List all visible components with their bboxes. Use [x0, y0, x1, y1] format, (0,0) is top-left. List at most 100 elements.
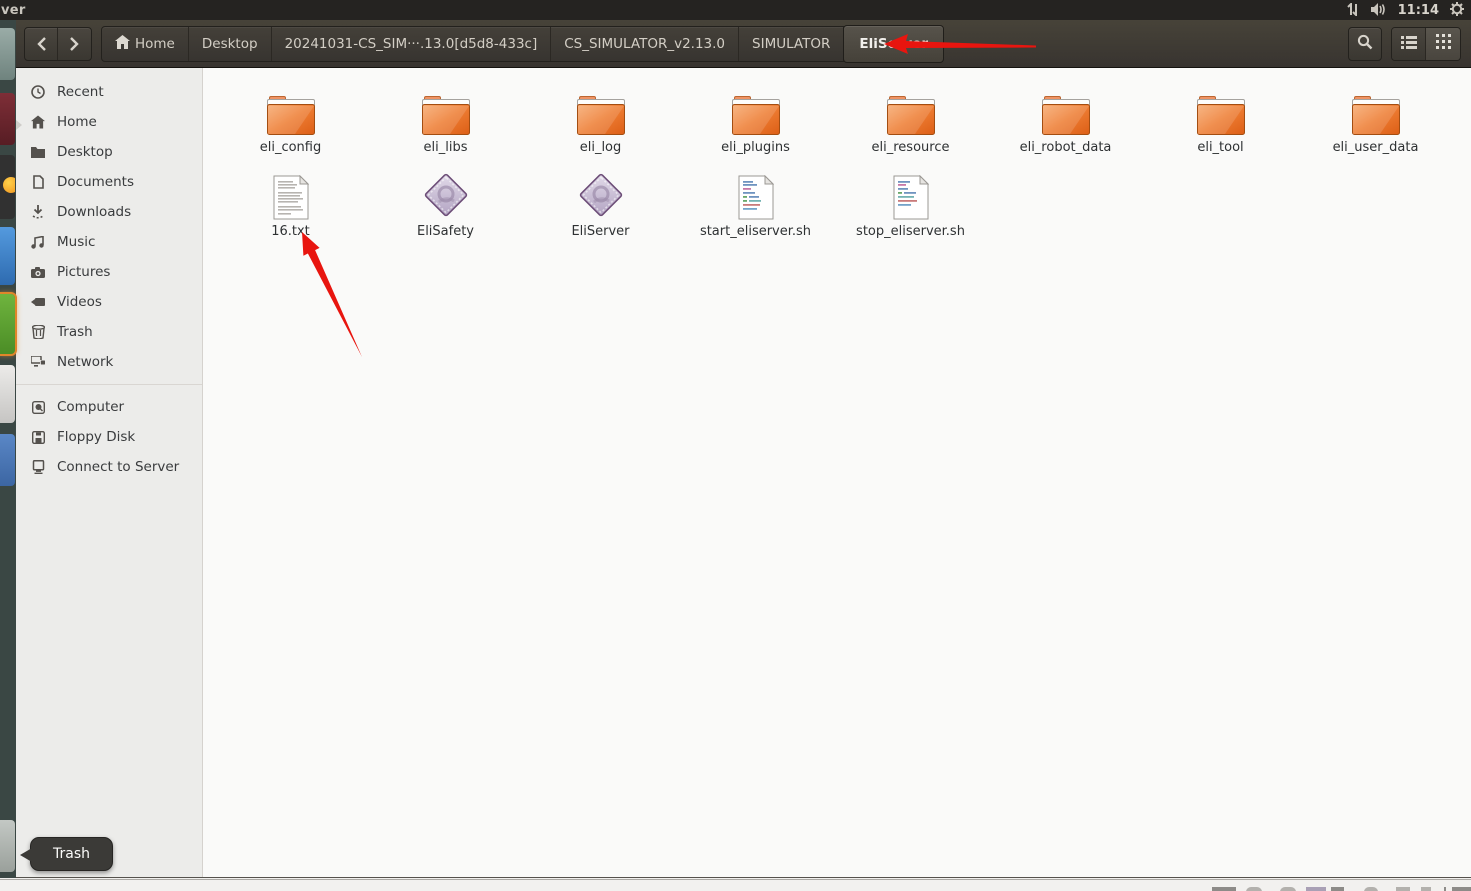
- folder-icon: [30, 146, 46, 158]
- folder-icon: [886, 84, 935, 136]
- dock-trash-tooltip: Trash: [20, 837, 113, 871]
- sidebar-item-trash[interactable]: Trash: [16, 317, 202, 347]
- trash-icon: [30, 325, 46, 339]
- sidebar-item-videos[interactable]: Videos: [16, 287, 202, 317]
- file-item-folder[interactable]: eli_robot_data: [988, 84, 1143, 168]
- dock-trash-icon[interactable]: [0, 820, 15, 872]
- breadcrumb-eliserver-active[interactable]: EliServer: [843, 24, 945, 63]
- sidebar: Recent Home Desktop Documents Downloads …: [16, 68, 203, 877]
- document-icon: [30, 175, 46, 189]
- executable-diamond-icon: [421, 168, 471, 220]
- sidebar-item-network[interactable]: Network: [16, 347, 202, 377]
- network-icon: [30, 356, 46, 368]
- video-camera-icon: [30, 297, 46, 307]
- sidebar-item-computer[interactable]: Computer: [16, 392, 202, 422]
- folder-icon: [266, 84, 315, 136]
- system-top-bar: ver 11:14: [0, 0, 1471, 20]
- dock-app-6-icon[interactable]: [0, 365, 15, 423]
- back-button[interactable]: [25, 27, 58, 60]
- clipped-divider: [1444, 887, 1446, 891]
- window-title-fragment: ver: [1, 2, 26, 18]
- dock-app-2-icon[interactable]: [0, 93, 15, 145]
- file-grid-view[interactable]: eli_config eli_libs eli_log eli_plugins …: [203, 68, 1471, 877]
- dock-app-4-icon[interactable]: [0, 227, 15, 285]
- folder-icon: [421, 84, 470, 136]
- file-item-executable[interactable]: EliSafety: [368, 168, 523, 252]
- dock-app-5-icon-active[interactable]: [0, 292, 17, 356]
- dock-app-1-icon[interactable]: [0, 28, 15, 80]
- clipped-icon: [1364, 887, 1378, 891]
- sidebar-item-pictures[interactable]: Pictures: [16, 257, 202, 287]
- home-icon: [30, 115, 46, 129]
- grid-view-icon: [1435, 34, 1451, 53]
- clipped-icon: [1396, 887, 1410, 891]
- sidebar-item-music[interactable]: Music: [16, 227, 202, 257]
- shell-script-icon: [738, 168, 774, 220]
- nav-buttons: [24, 26, 92, 61]
- sidebar-item-downloads[interactable]: Downloads: [16, 197, 202, 227]
- volume-icon[interactable]: [1370, 1, 1387, 20]
- file-item-text[interactable]: 16.txt: [213, 168, 368, 252]
- shell-script-icon: [893, 168, 929, 220]
- file-item-folder[interactable]: eli_log: [523, 84, 678, 168]
- bottom-clipped-window-strip: [0, 879, 1471, 891]
- search-icon: [1357, 34, 1373, 54]
- file-item-script[interactable]: start_eliserver.sh: [678, 168, 833, 252]
- file-manager-window: Recent Home Desktop Documents Downloads …: [16, 68, 1471, 878]
- sidebar-item-desktop[interactable]: Desktop: [16, 137, 202, 167]
- executable-diamond-icon: [576, 168, 626, 220]
- clock-icon: [30, 85, 46, 99]
- network-traffic-icon[interactable]: [1344, 1, 1359, 20]
- breadcrumb-home[interactable]: Home: [102, 26, 189, 61]
- breadcrumb-archive[interactable]: 20241031-CS_SIM···.13.0[d5d8-433c]: [272, 26, 552, 61]
- file-item-script[interactable]: stop_eliserver.sh: [833, 168, 988, 252]
- file-item-folder[interactable]: eli_user_data: [1298, 84, 1453, 168]
- server-icon: [30, 460, 46, 474]
- list-view-button[interactable]: [1392, 27, 1426, 60]
- folder-icon: [576, 84, 625, 136]
- clipped-icon: [1280, 887, 1296, 891]
- harddisk-icon: [30, 400, 46, 414]
- camera-icon: [30, 266, 46, 278]
- sidebar-item-connect-to-server[interactable]: Connect to Server: [16, 452, 202, 482]
- clipped-icon: [1212, 887, 1236, 891]
- floppy-icon: [30, 430, 46, 444]
- file-item-folder[interactable]: eli_resource: [833, 84, 988, 168]
- view-toggle: [1391, 26, 1461, 61]
- folder-icon: [1041, 84, 1090, 136]
- file-item-folder[interactable]: eli_tool: [1143, 84, 1298, 168]
- sidebar-item-recent[interactable]: Recent: [16, 77, 202, 107]
- forward-button[interactable]: [58, 28, 91, 60]
- sidebar-item-floppy[interactable]: Floppy Disk: [16, 422, 202, 452]
- folder-icon: [1196, 84, 1245, 136]
- folder-icon: [1351, 84, 1400, 136]
- breadcrumb-desktop[interactable]: Desktop: [189, 26, 272, 61]
- dock-strip: [0, 20, 17, 878]
- dock-app-7-icon[interactable]: [0, 434, 15, 486]
- dock-app-3-icon[interactable]: [0, 155, 15, 219]
- breadcrumb-cs-simulator[interactable]: CS_SIMULATOR_v2.13.0: [551, 26, 740, 61]
- breadcrumb: Home Desktop 20241031-CS_SIM···.13.0[d5d…: [101, 24, 945, 63]
- clipped-icon: [1331, 887, 1344, 891]
- clock[interactable]: 11:14: [1398, 3, 1439, 18]
- download-icon: [30, 205, 46, 219]
- clipped-icon: [1452, 887, 1471, 891]
- sidebar-item-home[interactable]: Home: [16, 107, 202, 137]
- breadcrumb-simulator[interactable]: SIMULATOR: [739, 26, 845, 61]
- list-view-icon: [1400, 34, 1417, 53]
- folder-icon: [731, 84, 780, 136]
- grid-view-button[interactable]: [1426, 27, 1460, 60]
- sidebar-item-documents[interactable]: Documents: [16, 167, 202, 197]
- sidebar-separator: [16, 384, 202, 385]
- file-item-executable[interactable]: EliServer: [523, 168, 678, 252]
- file-item-folder[interactable]: eli_plugins: [678, 84, 833, 168]
- clipped-icon: [1246, 887, 1262, 891]
- clipped-icon: [1306, 887, 1326, 891]
- search-button[interactable]: [1348, 26, 1382, 61]
- file-item-folder[interactable]: eli_config: [213, 84, 368, 168]
- session-gear-icon[interactable]: [1450, 1, 1464, 20]
- home-icon: [115, 34, 130, 53]
- file-item-folder[interactable]: eli_libs: [368, 84, 523, 168]
- text-file-icon: [273, 168, 309, 220]
- music-note-icon: [30, 235, 46, 249]
